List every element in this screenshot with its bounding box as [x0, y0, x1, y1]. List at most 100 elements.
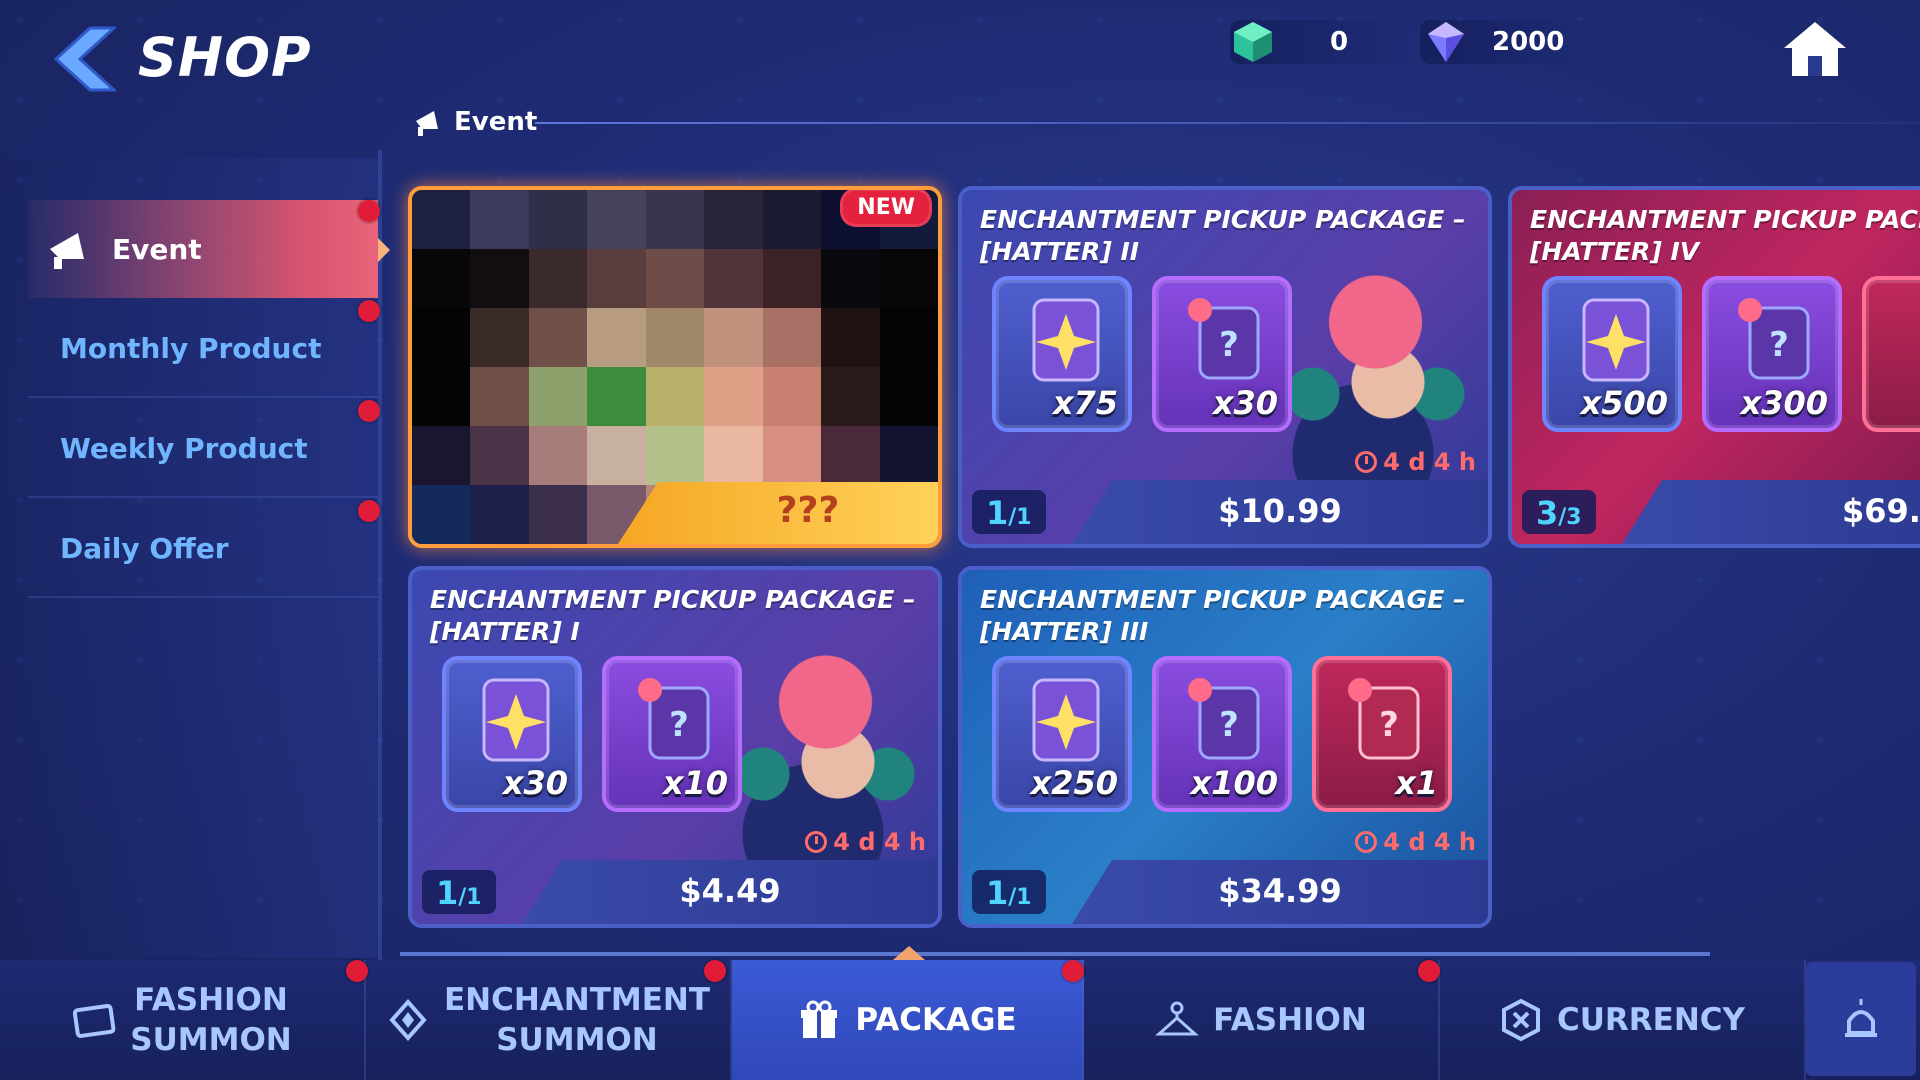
notification-dot	[1062, 960, 1084, 982]
stock-total: /1	[1008, 505, 1032, 530]
cube-amount: 0	[1330, 27, 1349, 57]
package-title: ENCHANTMENT PICKUP PACKAGE – [HATTER] II…	[980, 585, 1466, 646]
sidebar-divider	[378, 150, 382, 960]
purchase-limit: 1 /1	[422, 870, 496, 914]
active-indicator-arrow	[378, 238, 390, 262]
svg-text:?: ?	[1219, 705, 1239, 745]
package-card-hatter-iii[interactable]: ENCHANTMENT PICKUP PACKAGE – [HATTER] II…	[958, 566, 1492, 928]
notification-dot	[358, 200, 380, 222]
diamond-gem-icon	[1428, 22, 1464, 62]
item-quantity: x30	[1212, 384, 1278, 422]
item-quantity: x30	[502, 764, 568, 802]
item-quantity: x75	[1052, 384, 1118, 422]
countdown-timer: 4 d 4 h	[1355, 828, 1476, 856]
sidebar-item-event[interactable]: Event	[28, 200, 390, 298]
tab-label: PACKAGE	[855, 1002, 1017, 1038]
mystery-package-card[interactable]: ??? NEW	[408, 186, 942, 548]
stock-total: /1	[1008, 885, 1032, 910]
purchase-limit: 1 /1	[972, 490, 1046, 534]
header: SHOP 0 2000	[0, 0, 1920, 120]
sidebar-item-daily-offer[interactable]: Daily Offer	[28, 500, 378, 598]
question-ticket-icon: ?	[638, 678, 710, 760]
hanger-icon	[1155, 1001, 1200, 1036]
tab-fashion-summon[interactable]: FASHION SUMMON	[0, 960, 366, 1080]
timer-text: 4 d 4 h	[833, 828, 926, 856]
megaphone-icon	[416, 111, 438, 136]
tab-currency[interactable]: CURRENCY	[1440, 960, 1806, 1080]
countdown-timer: 4 d 4 h	[805, 828, 926, 856]
reward-item-mystery-ticket: ? x100	[1152, 656, 1292, 812]
tab-label: ENCHANTMENT SUMMON	[443, 982, 710, 1058]
stock-current: 1	[986, 494, 1009, 532]
package-card-hatter-iv[interactable]: ENCHANTMENT PICKUP PACKAGE – [HATTER] IV…	[1508, 186, 1920, 548]
tab-enchantment-summon[interactable]: ENCHANTMENT SUMMON	[366, 960, 732, 1080]
section-label: Event	[454, 107, 538, 137]
clock-icon	[1355, 451, 1378, 473]
sidebar-item-label: Daily Offer	[60, 531, 229, 565]
stock-total: /1	[458, 885, 482, 910]
section-divider	[535, 122, 1920, 124]
megaphone-icon	[50, 233, 84, 269]
item-quantity: x10	[662, 764, 728, 802]
stock-current: 3	[1536, 494, 1559, 532]
notification-dot	[346, 960, 368, 982]
reward-item-crimson-ticket: ? x1	[1312, 656, 1452, 812]
tab-label: FASHION SUMMON	[130, 982, 292, 1058]
home-icon[interactable]	[1780, 18, 1850, 80]
reward-item-star-ticket: x250	[992, 656, 1132, 812]
item-quantity: x100	[1190, 764, 1278, 802]
sidebar-item-label: Weekly Product	[60, 431, 308, 465]
notification-dot	[358, 500, 380, 522]
star-ticket-icon	[1032, 678, 1100, 762]
package-card-hatter-ii[interactable]: ENCHANTMENT PICKUP PACKAGE – [HATTER] II…	[958, 186, 1492, 548]
svg-text:?: ?	[1379, 705, 1399, 745]
sidebar-item-monthly-product[interactable]: Monthly Product	[28, 300, 378, 398]
new-badge: NEW	[840, 190, 932, 227]
stock-total: /3	[1558, 505, 1582, 530]
question-ticket-icon: ?	[1738, 298, 1810, 380]
reward-item-mystery-ticket: ? x300	[1702, 276, 1842, 432]
tab-label: CURRENCY	[1557, 1002, 1745, 1038]
clock-icon	[805, 831, 828, 853]
star-ticket-icon	[482, 678, 550, 762]
timer-text: 4 d 4 h	[1383, 828, 1476, 856]
notification-dot	[358, 300, 380, 322]
sidebar-item-weekly-product[interactable]: Weekly Product	[28, 400, 378, 498]
svg-text:?: ?	[669, 705, 689, 745]
sidebar-item-label: Monthly Product	[60, 331, 322, 365]
sidebar-item-label: Event	[112, 232, 202, 266]
reward-item-mystery-ticket: ? x30	[1152, 276, 1292, 432]
notification-dot	[1418, 960, 1440, 982]
notification-dot	[704, 960, 726, 982]
item-quantity: x250	[1030, 764, 1118, 802]
package-price: $4.49	[679, 872, 781, 910]
mystery-price-bar: ???	[618, 482, 938, 544]
reward-item-star-ticket: x30	[442, 656, 582, 812]
star-ticket-icon	[1032, 298, 1100, 382]
item-quantity: x300	[1740, 384, 1828, 422]
purchase-limit: 3 /3	[1522, 490, 1596, 534]
notification-dot	[358, 400, 380, 422]
back-arrow-icon[interactable]	[46, 26, 116, 92]
crimson-question-ticket-icon: ?	[1348, 678, 1420, 760]
reward-item-star-ticket: x75	[992, 276, 1132, 432]
notification-bell-button[interactable]	[1806, 962, 1916, 1076]
page-title: SHOP	[138, 26, 312, 89]
reward-item-star-ticket: x500	[1542, 276, 1682, 432]
tab-fashion[interactable]: FASHION	[1084, 960, 1440, 1080]
mystery-price: ???	[776, 490, 840, 531]
purchase-limit: 1 /1	[972, 870, 1046, 914]
scroll-indicator-line	[400, 952, 1710, 956]
active-tab-caret	[893, 946, 925, 960]
package-price: $34.99	[1218, 872, 1342, 910]
fashion-summon-icon	[73, 1003, 116, 1038]
package-title: ENCHANTMENT PICKUP PACKAGE – [HATTER] II	[980, 205, 1466, 266]
timer-text: 4 d 4 h	[1383, 448, 1476, 476]
tab-package[interactable]: PACKAGE	[732, 960, 1084, 1080]
gift-icon	[801, 1000, 838, 1038]
question-ticket-icon: ?	[1188, 678, 1260, 760]
alarm-icon	[1845, 999, 1877, 1037]
package-card-hatter-i[interactable]: ENCHANTMENT PICKUP PACKAGE – [HATTER] I …	[408, 566, 942, 928]
reward-item-crimson-ticket	[1862, 276, 1920, 432]
package-price: $69.99	[1842, 492, 1920, 530]
